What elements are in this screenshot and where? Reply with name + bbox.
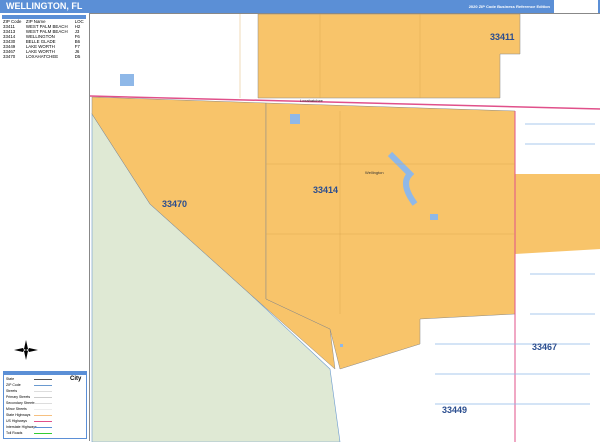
legend-line-swatch — [34, 379, 52, 380]
water-body — [340, 344, 343, 347]
water-body — [290, 114, 300, 124]
legend-item-label: Primary Streets — [6, 395, 31, 399]
legend-line-swatch — [34, 427, 52, 428]
header-bar: WELLINGTON, FL 2020 ZIP Code Business Re… — [0, 0, 600, 13]
edition-label: 2020 ZIP Code Business Reference Edition — [468, 4, 550, 9]
legend-item-label: Minor Streets — [6, 407, 27, 411]
legend-line-swatch — [34, 415, 52, 416]
place-label-wellington: Wellington — [365, 170, 384, 175]
zip-table-panel: ZIP Code ZIP Name LOC 33411 WEST PALM BEA… — [2, 15, 86, 59]
zip-table: ZIP Code ZIP Name LOC 33411 WEST PALM BEA… — [2, 19, 86, 59]
legend-line-swatch — [34, 391, 52, 392]
table-cell: LOXAHATCHEE — [25, 54, 59, 59]
compass-icon — [14, 340, 38, 360]
water-body — [120, 74, 134, 86]
water-body — [430, 214, 438, 220]
legend-item-label: Streets — [6, 389, 18, 393]
zip-label-33470: 33470 — [162, 199, 187, 209]
legend-item-label: Secondary Streets — [6, 401, 35, 405]
map-title: WELLINGTON, FL — [6, 1, 83, 11]
zip-area-33411-east — [515, 174, 600, 254]
table-cell: D5 — [74, 54, 81, 59]
legend-item-label: State — [6, 377, 15, 381]
map-legend: State ZIP Code Streets Primary Streets Secon… — [3, 371, 87, 439]
zip-label-33414: 33414 — [313, 185, 338, 195]
map-svg: 33411 33414 33470 33467 33449 Loxahatche… — [89, 13, 600, 443]
table-row: 33470 LOXAHATCHEE D5 — [2, 54, 86, 59]
legend-item-label: ZIP Code — [6, 383, 21, 387]
zip-area-33411 — [257, 13, 521, 99]
place-label-loxahatchee: Loxahatchee — [300, 98, 324, 103]
legend-line-swatch — [34, 397, 52, 398]
legend-line-swatch — [34, 433, 52, 434]
zip-label-33449: 33449 — [442, 405, 467, 415]
compass-rose — [14, 340, 38, 361]
legend-header-bar — [4, 372, 86, 375]
legend-item-label: Interstate Highways — [6, 425, 37, 429]
zip-label-33411: 33411 — [490, 32, 515, 42]
legend-item-label: Toll Roads — [6, 431, 23, 435]
legend-city-label: City — [70, 376, 82, 382]
legend-line-swatch — [34, 409, 52, 410]
legend-line-swatch — [34, 385, 52, 386]
legend-line-swatch — [34, 421, 52, 422]
publisher-logo — [554, 0, 598, 13]
legend-item-label: State Highways — [6, 413, 31, 417]
table-cell: 33470 — [3, 54, 16, 59]
legend-item-label: US Highways — [6, 419, 28, 423]
legend-line-swatch — [34, 403, 52, 404]
zip-label-33467: 33467 — [532, 342, 557, 352]
map-canvas[interactable]: 33411 33414 33470 33467 33449 Loxahatche… — [89, 13, 600, 443]
